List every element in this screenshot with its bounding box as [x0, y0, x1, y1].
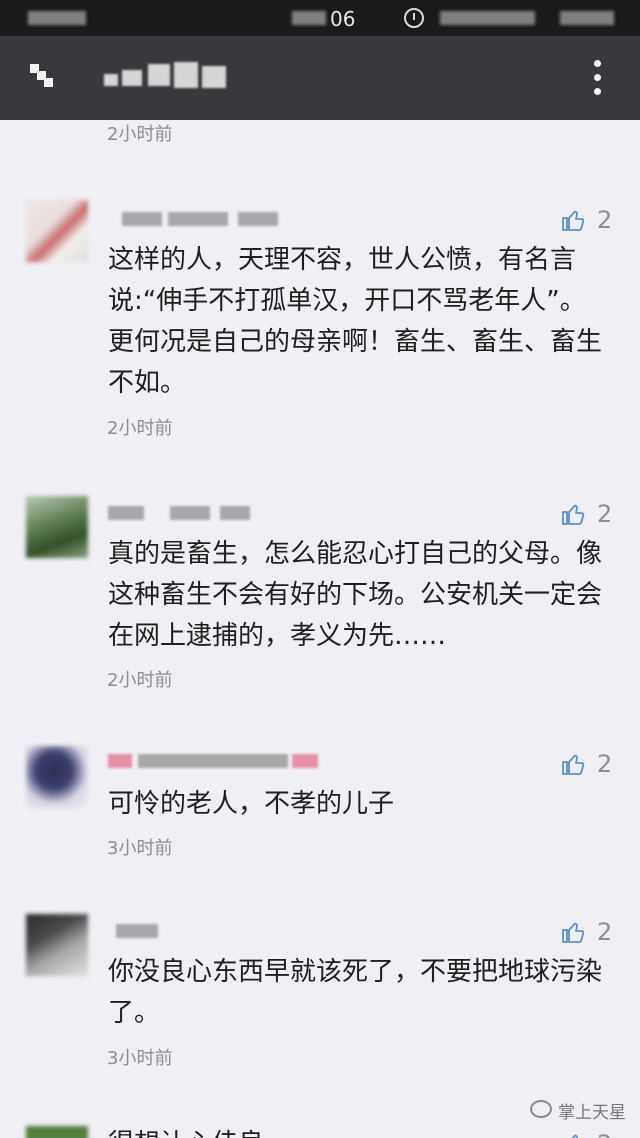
- thumbs-up-icon: [562, 210, 585, 231]
- avatar[interactable]: [26, 1126, 88, 1138]
- like-count: 2: [597, 206, 613, 234]
- page-title: [104, 62, 234, 90]
- comment-time: 2小时前: [107, 670, 173, 691]
- title-bar: [0, 36, 640, 120]
- comment-text: 可怜的老人，不孝的儿子: [108, 789, 395, 819]
- wechat-icon: [530, 1100, 552, 1118]
- like-count: 2: [597, 500, 613, 528]
- comment-text: 这样的人，天理不容，世人公愤，有名言说:“伸手不打孤单汉，开口不骂老年人”。更何…: [108, 245, 603, 398]
- more-vertical-icon[interactable]: [590, 58, 604, 98]
- like-count: 2: [597, 918, 613, 946]
- comment-time: 2小时前: [107, 124, 173, 145]
- battery-icon: [560, 11, 614, 25]
- commenter-name[interactable]: [108, 750, 320, 772]
- thumbs-up-icon: [562, 754, 585, 775]
- commenter-name[interactable]: [108, 920, 168, 942]
- avatar[interactable]: [26, 914, 88, 976]
- watermark-text: 掌上天星: [558, 1103, 626, 1123]
- comment-time: 2小时前: [107, 418, 173, 439]
- like-button[interactable]: 2: [561, 206, 631, 236]
- thumbs-up-icon: [562, 922, 585, 943]
- commenter-name[interactable]: [108, 208, 298, 230]
- avatar[interactable]: [26, 496, 88, 558]
- status-time: 06: [330, 7, 356, 31]
- thumbs-up-icon: [562, 504, 585, 525]
- comment-text: 得想让心佳良: [108, 1124, 608, 1138]
- avatar[interactable]: [26, 746, 88, 808]
- avatar[interactable]: [26, 200, 88, 262]
- comment-text: 真的是畜生，怎么能忍心打自己的父母。像这种畜生不会有好的下场。公安机关一定会在网…: [108, 539, 603, 651]
- alarm-icon: [404, 8, 424, 28]
- comment-time: 3小时前: [107, 1048, 173, 1069]
- commenter-name[interactable]: [108, 502, 258, 524]
- back-icon[interactable]: [28, 62, 54, 88]
- status-bar: 06: [0, 0, 640, 36]
- status-icons-blur: [440, 11, 535, 25]
- comment-text: 你没良心东西早就该死了，不要把地球污染了。: [108, 957, 603, 1028]
- comment-feed[interactable]: 2小时前 2 这样的人，天理不容，世人公愤，有名言说:“伸手不打孤单汉，开口不骂…: [0, 120, 640, 1138]
- like-count: 2: [597, 750, 613, 778]
- like-button[interactable]: 2: [561, 918, 631, 948]
- signal-icon: [292, 11, 326, 25]
- like-button[interactable]: 2: [561, 750, 631, 780]
- status-left-blur: [28, 11, 86, 25]
- comment-time: 3小时前: [107, 838, 173, 859]
- like-button[interactable]: 2: [561, 500, 631, 530]
